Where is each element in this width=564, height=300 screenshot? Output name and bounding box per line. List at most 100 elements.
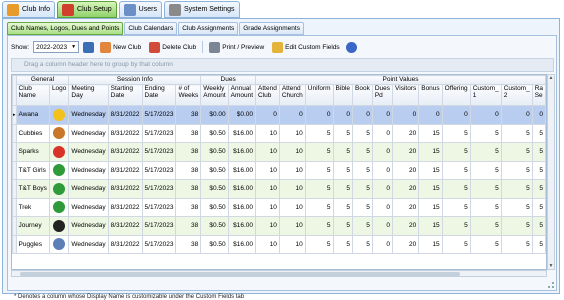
table-cell[interactable]: Wednesday <box>68 142 109 162</box>
club-logo-cell[interactable] <box>48 234 70 254</box>
table-cell[interactable]: 5 <box>304 123 334 143</box>
table-cell[interactable]: Wednesday <box>68 105 109 125</box>
table-cell[interactable]: $0.00 <box>227 105 257 125</box>
column-header[interactable]: Club Name <box>15 84 50 106</box>
table-cell[interactable]: 5 <box>352 160 373 180</box>
table-cell[interactable]: 5/17/2023 <box>141 216 177 236</box>
table-cell[interactable]: 10 <box>255 142 280 162</box>
tab-club-info[interactable]: Club Info <box>2 1 56 18</box>
table-cell[interactable]: 5 <box>332 216 354 236</box>
table-cell[interactable]: 5 <box>304 160 334 180</box>
club-logo-cell[interactable] <box>48 197 70 217</box>
table-cell[interactable]: 5 <box>304 234 334 254</box>
table-cell[interactable]: 0 <box>352 105 373 125</box>
table-cell[interactable]: 10 <box>255 197 280 217</box>
table-cell[interactable]: 38 <box>175 179 202 199</box>
table-cell[interactable]: 5 <box>352 142 373 162</box>
table-cell[interactable]: 5/17/2023 <box>141 179 177 199</box>
table-cell[interactable]: 38 <box>175 216 202 236</box>
table-cell[interactable]: 5 <box>441 216 471 236</box>
table-cell[interactable]: $0.50 <box>200 216 229 236</box>
tab-club-names-logos[interactable]: Club Names, Logos, Dues and Points <box>7 22 124 35</box>
column-header[interactable]: Attend Church <box>278 84 306 106</box>
table-cell[interactable]: 0 <box>278 105 306 125</box>
table-cell[interactable]: Wednesday <box>68 160 109 180</box>
table-cell[interactable]: 20 <box>392 234 420 254</box>
table-cell[interactable]: 38 <box>175 142 202 162</box>
table-cell[interactable]: 0 <box>304 105 334 125</box>
resize-grip-icon[interactable] <box>548 282 554 288</box>
table-cell[interactable]: 5 <box>332 179 354 199</box>
table-row[interactable]: ▸ Awana Wednesday 8/31/2022 5/17/2023 38 $0.00… <box>12 105 546 125</box>
table-row[interactable]: T&T Boys Wednesday 8/31/2022 5/17/2023 38 $0.… <box>12 179 546 199</box>
table-cell[interactable]: 8/31/2022 <box>107 105 143 125</box>
column-header[interactable]: Offering <box>441 84 471 106</box>
table-cell[interactable]: 10 <box>255 123 280 143</box>
column-header[interactable]: Ending Date <box>141 84 177 106</box>
club-name-cell[interactable]: Trek <box>15 197 50 217</box>
tab-users[interactable]: Users <box>118 1 162 18</box>
table-cell[interactable]: 10 <box>278 179 306 199</box>
scroll-down-icon[interactable]: ▼ <box>548 263 554 269</box>
table-cell[interactable]: $16.00 <box>227 197 257 217</box>
column-header[interactable]: Annual Amount <box>227 84 257 106</box>
table-cell[interactable]: 5 <box>304 197 334 217</box>
table-cell[interactable]: 5/17/2023 <box>141 160 177 180</box>
table-cell[interactable]: 8/31/2022 <box>107 160 143 180</box>
tab-club-calendars[interactable]: Club Calendars <box>124 22 178 35</box>
table-cell[interactable]: 5/17/2023 <box>141 123 177 143</box>
table-row[interactable]: Puggles Wednesday 8/31/2022 5/17/2023 38 $0.5… <box>12 234 546 254</box>
table-cell[interactable]: 0 <box>469 105 502 125</box>
table-cell[interactable]: 0 <box>371 160 394 180</box>
table-cell[interactable]: 0 <box>392 105 420 125</box>
table-cell[interactable]: 5 <box>469 123 502 143</box>
table-cell[interactable]: 5 <box>531 179 546 199</box>
table-cell[interactable]: 15 <box>418 142 443 162</box>
column-header[interactable]: Visitors <box>392 84 420 106</box>
table-cell[interactable]: 38 <box>175 123 202 143</box>
club-name-cell[interactable]: Cubbies <box>15 123 50 143</box>
column-header[interactable]: Bonus <box>418 84 443 106</box>
table-cell[interactable]: 5 <box>500 216 533 236</box>
table-cell[interactable]: 20 <box>392 123 420 143</box>
table-cell[interactable]: 5 <box>500 179 533 199</box>
table-cell[interactable]: 5/17/2023 <box>141 234 177 254</box>
table-cell[interactable]: 15 <box>418 234 443 254</box>
table-cell[interactable]: $16.00 <box>227 234 257 254</box>
tab-grade-assignments[interactable]: Grade Assignments <box>239 22 304 35</box>
club-logo-cell[interactable] <box>48 160 70 180</box>
table-cell[interactable]: 0 <box>371 105 394 125</box>
column-header[interactable]: Uniform <box>304 84 334 106</box>
horizontal-scrollbar[interactable] <box>11 270 547 277</box>
table-cell[interactable]: 5 <box>531 142 546 162</box>
year-select[interactable]: 2022-2023 ▼ <box>33 41 80 53</box>
column-header[interactable]: Custom_ 2 <box>500 84 533 106</box>
table-cell[interactable]: $16.00 <box>227 142 257 162</box>
column-header[interactable]: Weekly Amount <box>200 84 229 106</box>
table-cell[interactable]: 5 <box>441 142 471 162</box>
table-cell[interactable]: 5 <box>469 197 502 217</box>
table-cell[interactable]: 5 <box>304 179 334 199</box>
column-header[interactable]: Logo <box>48 84 70 106</box>
table-row[interactable]: Sparks Wednesday 8/31/2022 5/17/2023 38 $0.50… <box>12 142 546 162</box>
info-icon[interactable] <box>345 41 357 53</box>
table-cell[interactable]: 0 <box>500 105 533 125</box>
table-cell[interactable]: 5 <box>500 142 533 162</box>
tab-club-assignments[interactable]: Club Assignments <box>178 22 239 35</box>
table-cell[interactable]: 5 <box>531 234 546 254</box>
table-cell[interactable]: $0.50 <box>200 197 229 217</box>
table-cell[interactable]: 5 <box>441 197 471 217</box>
edit-custom-fields-button[interactable]: Edit Custom Fields <box>270 40 342 54</box>
table-cell[interactable]: 5 <box>531 123 546 143</box>
table-cell[interactable]: $0.00 <box>200 105 229 125</box>
table-row[interactable]: Cubbies Wednesday 8/31/2022 5/17/2023 38 $0.5… <box>12 123 546 143</box>
table-cell[interactable]: 38 <box>175 234 202 254</box>
column-header[interactable]: Meeting Day <box>68 84 109 106</box>
table-cell[interactable]: 5 <box>352 216 373 236</box>
table-cell[interactable]: 8/31/2022 <box>107 234 143 254</box>
table-cell[interactable]: 15 <box>418 179 443 199</box>
table-cell[interactable]: 0 <box>255 105 280 125</box>
column-header[interactable]: Ra Se <box>531 84 546 106</box>
table-cell[interactable]: 5/17/2023 <box>141 142 177 162</box>
table-cell[interactable]: 5 <box>500 197 533 217</box>
